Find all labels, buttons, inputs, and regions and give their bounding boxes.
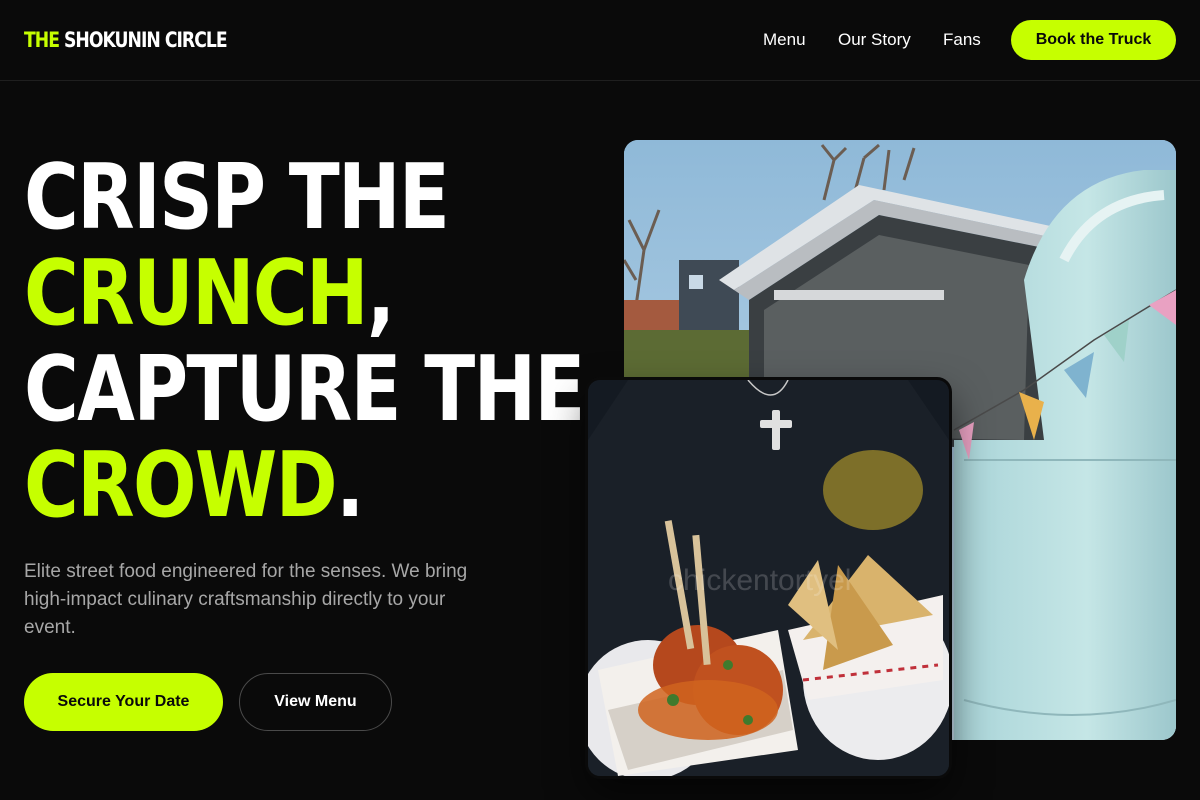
meatballs-samosas-illustration: chickentortyel	[588, 380, 949, 776]
headline-line-2: CRUNCH,	[24, 246, 584, 342]
nav-link-our-story[interactable]: Our Story	[838, 30, 911, 50]
logo-accent-text: THE	[24, 28, 60, 52]
hero-headline: CRISP THE CRUNCH, CAPTURE THE CROWD.	[24, 145, 585, 534]
nav-link-menu[interactable]: Menu	[763, 30, 806, 50]
headline-highlight-crunch: CRUNCH	[24, 241, 369, 346]
top-navigation-bar: THE SHOKUNIN CIRCLE Menu Our Story Fans …	[0, 0, 1200, 81]
headline-period: .	[335, 433, 364, 538]
headline-line-4: CROWD.	[24, 438, 584, 534]
nav-link-fans[interactable]: Fans	[943, 30, 981, 50]
headline-comma: ,	[366, 241, 395, 346]
logo-text: SHOKUNIN CIRCLE	[64, 28, 228, 52]
headline-line-3: CAPTURE THE	[24, 337, 585, 442]
food-closeup-photo: chickentortyel	[588, 380, 949, 776]
headline-highlight-crowd: CROWD	[24, 433, 338, 538]
hero-subtitle: Elite street food engineered for the sen…	[24, 561, 468, 638]
headline-line-1: CRISP THE	[24, 145, 450, 250]
secure-your-date-button[interactable]: Secure Your Date	[24, 673, 223, 731]
food-watermark-text: chickentortyel	[668, 564, 851, 597]
brand-logo[interactable]: THE SHOKUNIN CIRCLE	[24, 28, 228, 52]
book-the-truck-button[interactable]: Book the Truck	[1011, 20, 1176, 60]
view-menu-button[interactable]: View Menu	[239, 673, 392, 731]
